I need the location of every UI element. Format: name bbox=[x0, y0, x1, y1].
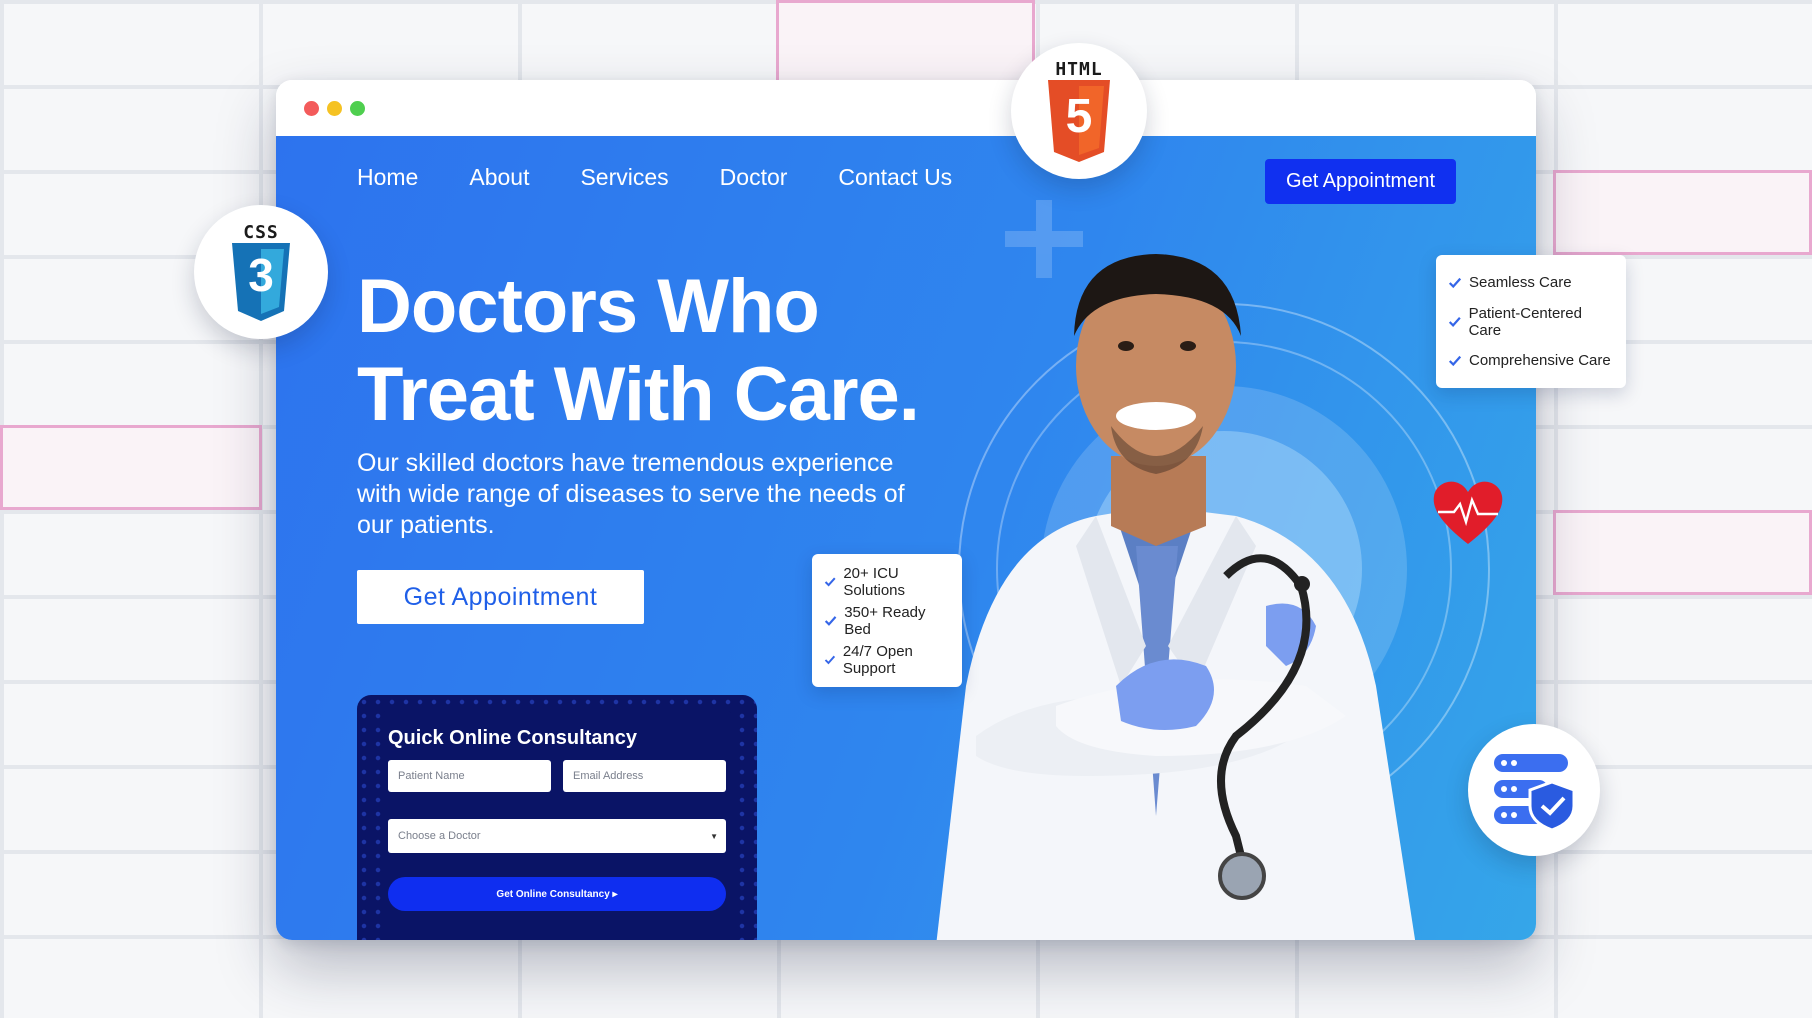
features-card-left: 20+ ICU Solutions 350+ Ready Bed 24/7 Op… bbox=[812, 554, 962, 687]
nav-doctor[interactable]: Doctor bbox=[720, 164, 788, 191]
choose-doctor-placeholder: Choose a Doctor bbox=[398, 830, 481, 842]
browser-titlebar bbox=[276, 80, 1536, 136]
get-online-consultancy-button[interactable]: Get Online Consultancy ▸ bbox=[388, 877, 726, 911]
headline-line-2: Treat With Care. bbox=[357, 352, 920, 437]
feature-label: 24/7 Open Support bbox=[842, 642, 913, 677]
check-icon bbox=[824, 655, 836, 664]
feature-item: 20+ ICU Solutions bbox=[824, 562, 950, 601]
decor-cell bbox=[0, 425, 262, 510]
nav-home[interactable]: Home bbox=[357, 164, 418, 191]
html5-logo: HTML 5 bbox=[1044, 59, 1114, 164]
feature-label: Comprehensive Care bbox=[1469, 352, 1611, 369]
feature-label: 20+ ICU Solutions bbox=[843, 564, 906, 599]
css3-number: 3 bbox=[248, 248, 274, 301]
email-address-input[interactable]: Email Address bbox=[563, 760, 726, 792]
decor-cell bbox=[1553, 510, 1812, 595]
secure-server-badge bbox=[1468, 724, 1600, 856]
check-icon bbox=[824, 576, 836, 587]
patient-name-input[interactable]: Patient Name bbox=[388, 760, 551, 792]
css3-badge: CSS 3 bbox=[194, 205, 328, 339]
feature-label: Patient-Centered Care bbox=[1468, 304, 1582, 339]
feature-label: Seamless Care bbox=[1469, 274, 1572, 291]
check-icon bbox=[1448, 316, 1461, 327]
nav-about[interactable]: About bbox=[469, 164, 529, 191]
html5-number: 5 bbox=[1065, 89, 1093, 143]
headline-line-1: Doctors Who bbox=[357, 264, 820, 349]
check-icon bbox=[1448, 277, 1462, 288]
dropdown-arrow-icon: ▼ bbox=[710, 831, 718, 841]
doctor-illustration bbox=[936, 254, 1416, 940]
hero-get-appointment-button[interactable]: Get Appointment bbox=[357, 570, 644, 624]
decor-cell bbox=[1553, 170, 1812, 255]
hero-headline: Doctors Who Treat With Care. bbox=[357, 263, 920, 439]
heart-icon bbox=[1433, 481, 1503, 544]
nav-get-appointment-button[interactable]: Get Appointment bbox=[1265, 159, 1456, 204]
email-placeholder: Email Address bbox=[573, 770, 644, 782]
check-icon bbox=[1448, 355, 1462, 366]
css3-label: CSS bbox=[243, 221, 279, 243]
decor-cell bbox=[776, 0, 1035, 85]
main-nav: Home About Services Doctor Contact Us bbox=[357, 164, 1003, 191]
html5-label: HTML bbox=[1055, 58, 1103, 80]
choose-doctor-select[interactable]: Choose a Doctor ▼ bbox=[388, 819, 726, 853]
hero-subtext: Our skilled doctors have tremendous expe… bbox=[357, 449, 905, 539]
server-shield-icon bbox=[1494, 754, 1576, 830]
consultancy-title: Quick Online Consultancy bbox=[388, 727, 637, 749]
browser-window: Home About Services Doctor Contact Us Ge… bbox=[276, 80, 1536, 940]
check-icon bbox=[824, 615, 837, 626]
patient-name-placeholder: Patient Name bbox=[398, 770, 465, 782]
feature-label: 350+ Ready Bed bbox=[844, 603, 926, 638]
hero-section: Home About Services Doctor Contact Us Ge… bbox=[276, 136, 1536, 940]
feature-item: Seamless Care bbox=[1448, 263, 1614, 302]
feature-item: Patient-Centered Care bbox=[1448, 302, 1614, 341]
nav-services[interactable]: Services bbox=[580, 164, 668, 191]
consultancy-card: Quick Online Consultancy Patient Name Em… bbox=[357, 695, 757, 940]
css3-logo: CSS 3 bbox=[228, 222, 294, 323]
minimize-dot[interactable] bbox=[327, 100, 342, 116]
html5-badge: HTML 5 bbox=[1011, 43, 1147, 179]
nav-contact-us[interactable]: Contact Us bbox=[838, 164, 952, 191]
feature-item: 350+ Ready Bed bbox=[824, 601, 950, 640]
feature-item: Comprehensive Care bbox=[1448, 341, 1614, 380]
close-dot[interactable] bbox=[304, 100, 319, 116]
feature-item: 24/7 Open Support bbox=[824, 640, 950, 679]
maximize-dot[interactable] bbox=[350, 100, 365, 116]
features-card-right: Seamless Care Patient-Centered Care Comp… bbox=[1436, 255, 1626, 388]
